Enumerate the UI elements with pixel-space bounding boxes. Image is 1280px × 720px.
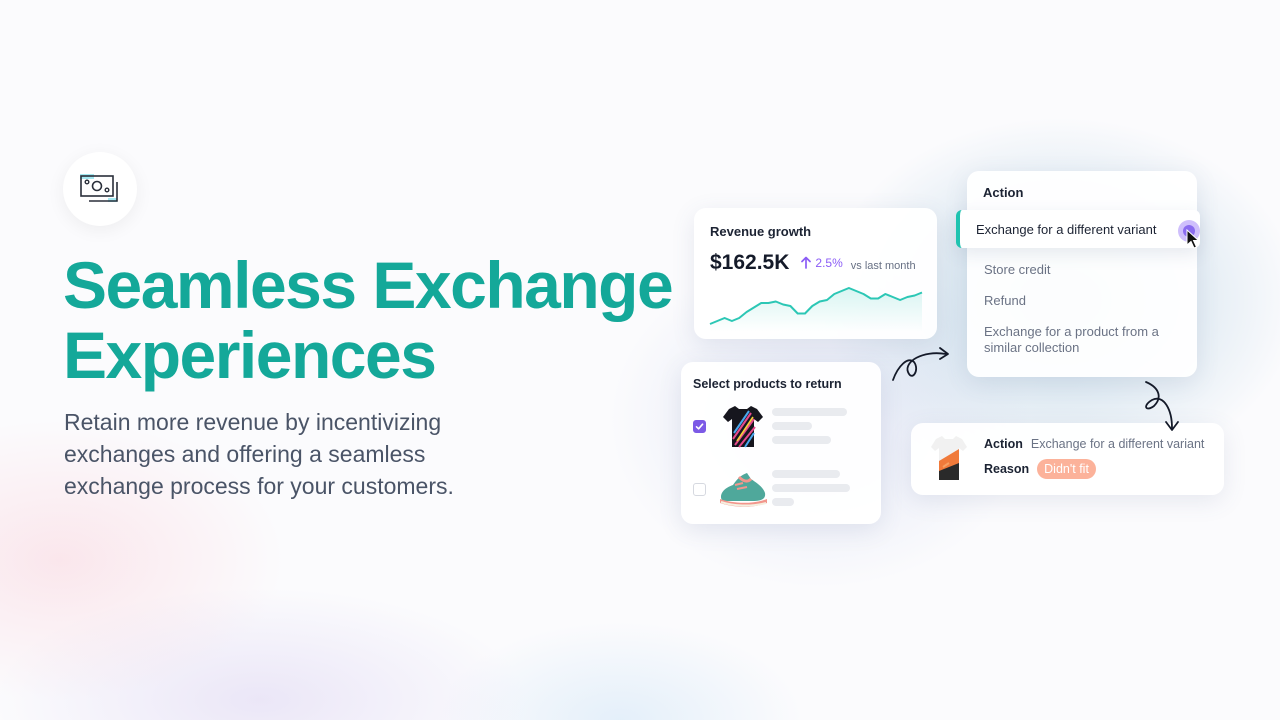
sneaker-image xyxy=(716,465,770,513)
skeleton-line xyxy=(772,422,812,430)
hero-title-line: Seamless Exchange xyxy=(63,248,674,322)
revenue-growth-card: Revenue growth $162.5K 2.5% vs last mont… xyxy=(694,208,937,339)
hero-subtitle: Retain more revenue by incentivizing exc… xyxy=(64,406,524,502)
result-action-label: Action xyxy=(984,437,1023,451)
product-row xyxy=(693,465,770,513)
action-option-refund[interactable]: Refund xyxy=(984,293,1184,309)
skeleton-line xyxy=(772,484,850,492)
action-option-similar-collection[interactable]: Exchange for a product from a similar co… xyxy=(984,324,1184,356)
money-bills-icon xyxy=(80,174,118,202)
result-reason-row: Reason Didn't fit xyxy=(984,459,1096,479)
revenue-comparison: vs last month xyxy=(850,260,916,272)
revenue-change: 2.5% xyxy=(801,255,843,270)
subtitle-line: Retain more revenue by incentivizing xyxy=(64,409,442,435)
revenue-value: $162.5K xyxy=(710,251,790,274)
revenue-sparkline xyxy=(709,287,923,332)
sparkline-area xyxy=(710,288,922,332)
select-products-card: Select products to return xyxy=(681,362,881,524)
skeleton-line xyxy=(772,470,840,478)
skeleton-line xyxy=(772,436,831,444)
result-action-value: Exchange for a different variant xyxy=(1030,437,1205,451)
result-reason-label: Reason xyxy=(984,462,1030,476)
arrow-up-icon xyxy=(801,256,812,269)
action-option-selected[interactable]: Exchange for a different variant xyxy=(956,210,1200,248)
action-option-store-credit[interactable]: Store credit xyxy=(984,262,1184,278)
curly-arrow-down-icon xyxy=(1145,381,1179,431)
product-checkbox-checked[interactable] xyxy=(693,419,706,433)
product-row xyxy=(693,402,770,450)
subtitle-line: exchanges and offering a seamless xyxy=(64,441,426,467)
checkmark-icon xyxy=(695,422,704,430)
hero-title: Seamless Exchange Experiences xyxy=(63,250,703,390)
logo-badge xyxy=(63,152,137,226)
reason-badge: Didn't fit xyxy=(1037,459,1096,479)
skeleton-line xyxy=(772,498,794,506)
hero-title-line: Experiences xyxy=(63,318,437,392)
select-products-title: Select products to return xyxy=(693,377,842,391)
mouse-cursor-icon xyxy=(1186,229,1200,249)
orange-jersey-image xyxy=(931,436,967,480)
skeleton-line xyxy=(772,408,847,416)
curly-arrow-icon xyxy=(892,347,949,381)
action-option-label: Exchange for a different variant xyxy=(976,221,1157,237)
revenue-change-value: 2.5% xyxy=(815,255,843,270)
action-options-list: Store credit Refund Exchange for a produ… xyxy=(984,262,1184,371)
revenue-card-title: Revenue growth xyxy=(710,224,812,239)
subtitle-line: exchange process for your customers. xyxy=(64,473,454,499)
jersey-image xyxy=(716,402,770,450)
action-menu-title: Action xyxy=(983,185,1024,200)
result-action-row: Action Exchange for a different variant xyxy=(984,437,1204,451)
product-checkbox-unchecked[interactable] xyxy=(693,482,706,496)
